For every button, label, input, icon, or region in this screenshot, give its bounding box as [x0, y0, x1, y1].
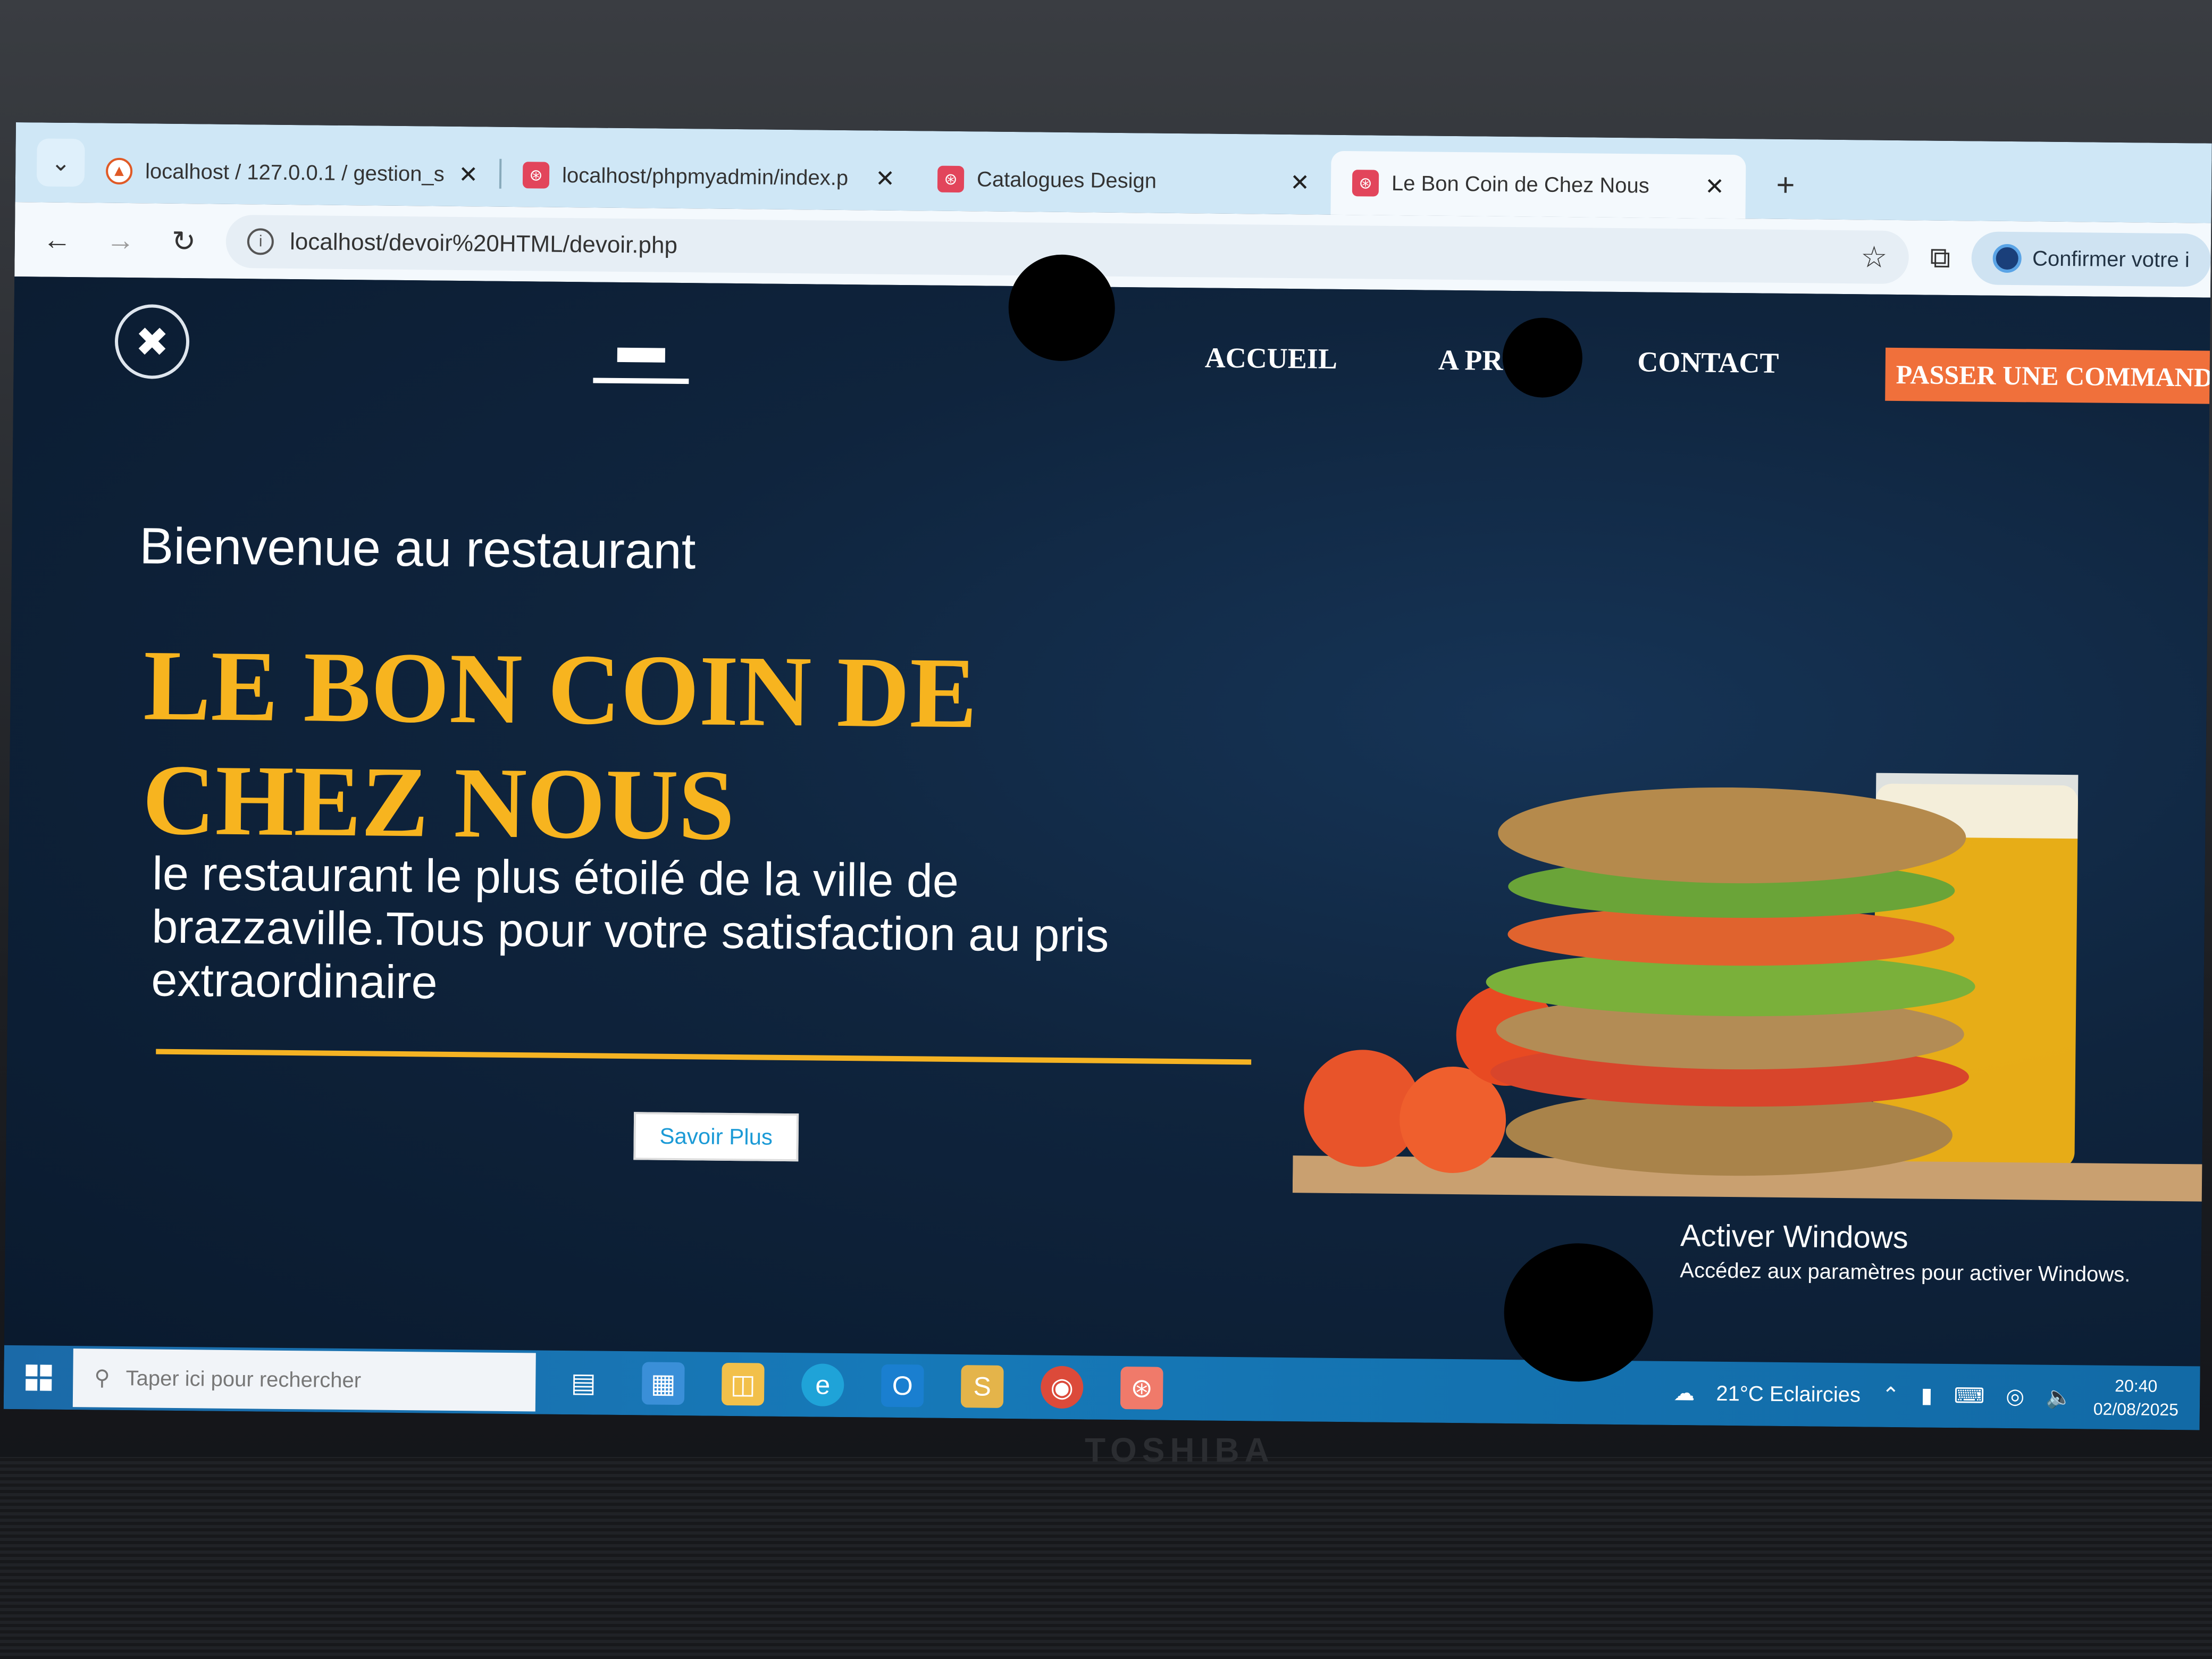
site-info-icon[interactable]: i: [247, 228, 274, 255]
lens-blot: [1502, 317, 1583, 398]
secondary-logo-icon[interactable]: ▬: [593, 314, 690, 384]
hero-title: LE BON COIN DE CHEZ NOUS: [141, 630, 978, 862]
battery-icon[interactable]: ▮: [1921, 1384, 1932, 1408]
search-icon: ⚲: [94, 1366, 110, 1390]
laptop-body: TOSHIBA ⌄ ▲ localhost / 127.0.0.1 / gest…: [0, 0, 2212, 1659]
extensions-puzzle-icon[interactable]: ⧉: [1930, 241, 1950, 274]
profile-confirm-button[interactable]: Confirmer votre i: [1971, 231, 2211, 287]
taskbar-search-placeholder: Taper ici pour rechercher: [125, 1366, 362, 1392]
forward-arrow-icon[interactable]: →: [99, 219, 142, 262]
network-globe-icon[interactable]: ◎: [2006, 1384, 2024, 1409]
activation-text: Accédez aux paramètres pour activer Wind…: [1680, 1259, 2131, 1287]
clock-time: 20:40: [2115, 1376, 2158, 1396]
chrome-icon[interactable]: ◉: [1040, 1365, 1084, 1409]
chevron-up-icon[interactable]: ⌃: [1882, 1383, 1900, 1407]
keyboard-deck: [0, 1457, 2212, 1659]
welcome-text: Bienvenue au restaurant: [139, 517, 696, 580]
volume-icon[interactable]: 🔈: [2046, 1384, 2072, 1409]
tab-phpmyadmin-index[interactable]: ⊛ localhost/phpmyadmin/index.p ✕: [501, 143, 917, 211]
sublime-icon[interactable]: S: [960, 1365, 1004, 1408]
back-arrow-icon[interactable]: ←: [36, 218, 79, 261]
xampp-icon: ⊛: [937, 165, 965, 193]
clock-date: 02/08/2025: [2093, 1399, 2179, 1420]
lens-blot: [1008, 254, 1116, 362]
taskbar-clock[interactable]: 20:40 02/08/2025: [2093, 1374, 2179, 1422]
restaurant-logo-icon[interactable]: ✖: [114, 304, 190, 380]
xampp-taskbar-icon[interactable]: ⊛: [1120, 1367, 1163, 1410]
site-nav: ACCUEIL A PROI CONTACT: [1205, 341, 1779, 379]
web-page: ✖ ▬ ACCUEIL A PROI CONTACT PASSER UNE CO…: [4, 276, 2212, 1367]
close-icon[interactable]: ✕: [1705, 173, 1724, 200]
tab-title: Catalogues Design: [976, 167, 1157, 193]
tab-title: Le Bon Coin de Chez Nous: [1391, 171, 1649, 197]
xampp-icon: ⊛: [1352, 170, 1379, 197]
language-icon[interactable]: ⌨: [1954, 1384, 1984, 1409]
tab-search-chevron-icon[interactable]: ⌄: [36, 138, 85, 187]
reload-icon[interactable]: ↻: [163, 220, 205, 263]
new-tab-plus-icon[interactable]: +: [1762, 161, 1810, 209]
xampp-icon: ⊛: [522, 162, 550, 189]
laptop-brand: TOSHIBA: [1085, 1431, 1275, 1469]
edge-icon[interactable]: e: [801, 1363, 844, 1407]
tab-catalogues-design[interactable]: ⊛ Catalogues Design ✕: [916, 147, 1331, 214]
weather-icon[interactable]: ☁: [1673, 1381, 1695, 1405]
profile-confirm-label: Confirmer votre i: [2032, 246, 2190, 272]
nav-accueil[interactable]: ACCUEIL: [1205, 341, 1338, 375]
taskbar-search[interactable]: ⚲ Taper ici pour rechercher: [72, 1348, 536, 1412]
windows-logo-icon: [25, 1364, 52, 1391]
tab-le-bon-coin[interactable]: ⊛ Le Bon Coin de Chez Nous ✕: [1330, 150, 1746, 219]
savoir-plus-button[interactable]: Savoir Plus: [633, 1112, 799, 1162]
file-explorer-icon[interactable]: ◫: [721, 1362, 765, 1406]
weather-text[interactable]: 21°C Eclaircies: [1716, 1381, 1861, 1407]
task-view-icon[interactable]: ▤: [562, 1361, 605, 1404]
divider-line: [156, 1049, 1252, 1065]
activation-title: Activer Windows: [1680, 1218, 1908, 1255]
close-icon[interactable]: ✕: [875, 165, 895, 192]
taskbar-apps: ▤ ▦ ◫ e O S ◉ ⊛: [562, 1361, 1163, 1410]
tab-title: localhost / 127.0.0.1 / gestion_s: [145, 159, 445, 186]
phpmyadmin-icon: ▲: [105, 157, 133, 185]
profile-avatar-icon: [1992, 244, 2022, 273]
sandwich-image: [1292, 773, 2208, 1202]
tab-phpmyadmin-gestion[interactable]: ▲ localhost / 127.0.0.1 / gestion_s ✕: [85, 139, 500, 206]
order-button[interactable]: PASSER UNE COMMANDE: [1885, 347, 2212, 404]
start-button[interactable]: [4, 1345, 73, 1410]
close-icon[interactable]: ✕: [458, 161, 478, 188]
windows-activation-watermark: Activer Windows Accédez aux paramètres p…: [1680, 1218, 2131, 1287]
tab-title: localhost/phpmyadmin/index.p: [562, 163, 849, 190]
outlook-icon[interactable]: O: [881, 1364, 924, 1407]
bookmark-star-icon[interactable]: ☆: [1861, 239, 1888, 274]
screen: ⌄ ▲ localhost / 127.0.0.1 / gestion_s ✕ …: [3, 122, 2212, 1430]
lens-blot: [1503, 1242, 1654, 1382]
hero-subtitle: le restaurant le plus étoilé de la ville…: [151, 847, 1109, 1009]
store-icon[interactable]: ▦: [641, 1362, 685, 1405]
close-icon[interactable]: ✕: [1290, 169, 1310, 196]
nav-contact[interactable]: CONTACT: [1637, 345, 1779, 380]
system-tray: ☁ 21°C Eclaircies ⌃ ▮ ⌨ ◎ 🔈 20:40 02/08/…: [1673, 1361, 2179, 1430]
